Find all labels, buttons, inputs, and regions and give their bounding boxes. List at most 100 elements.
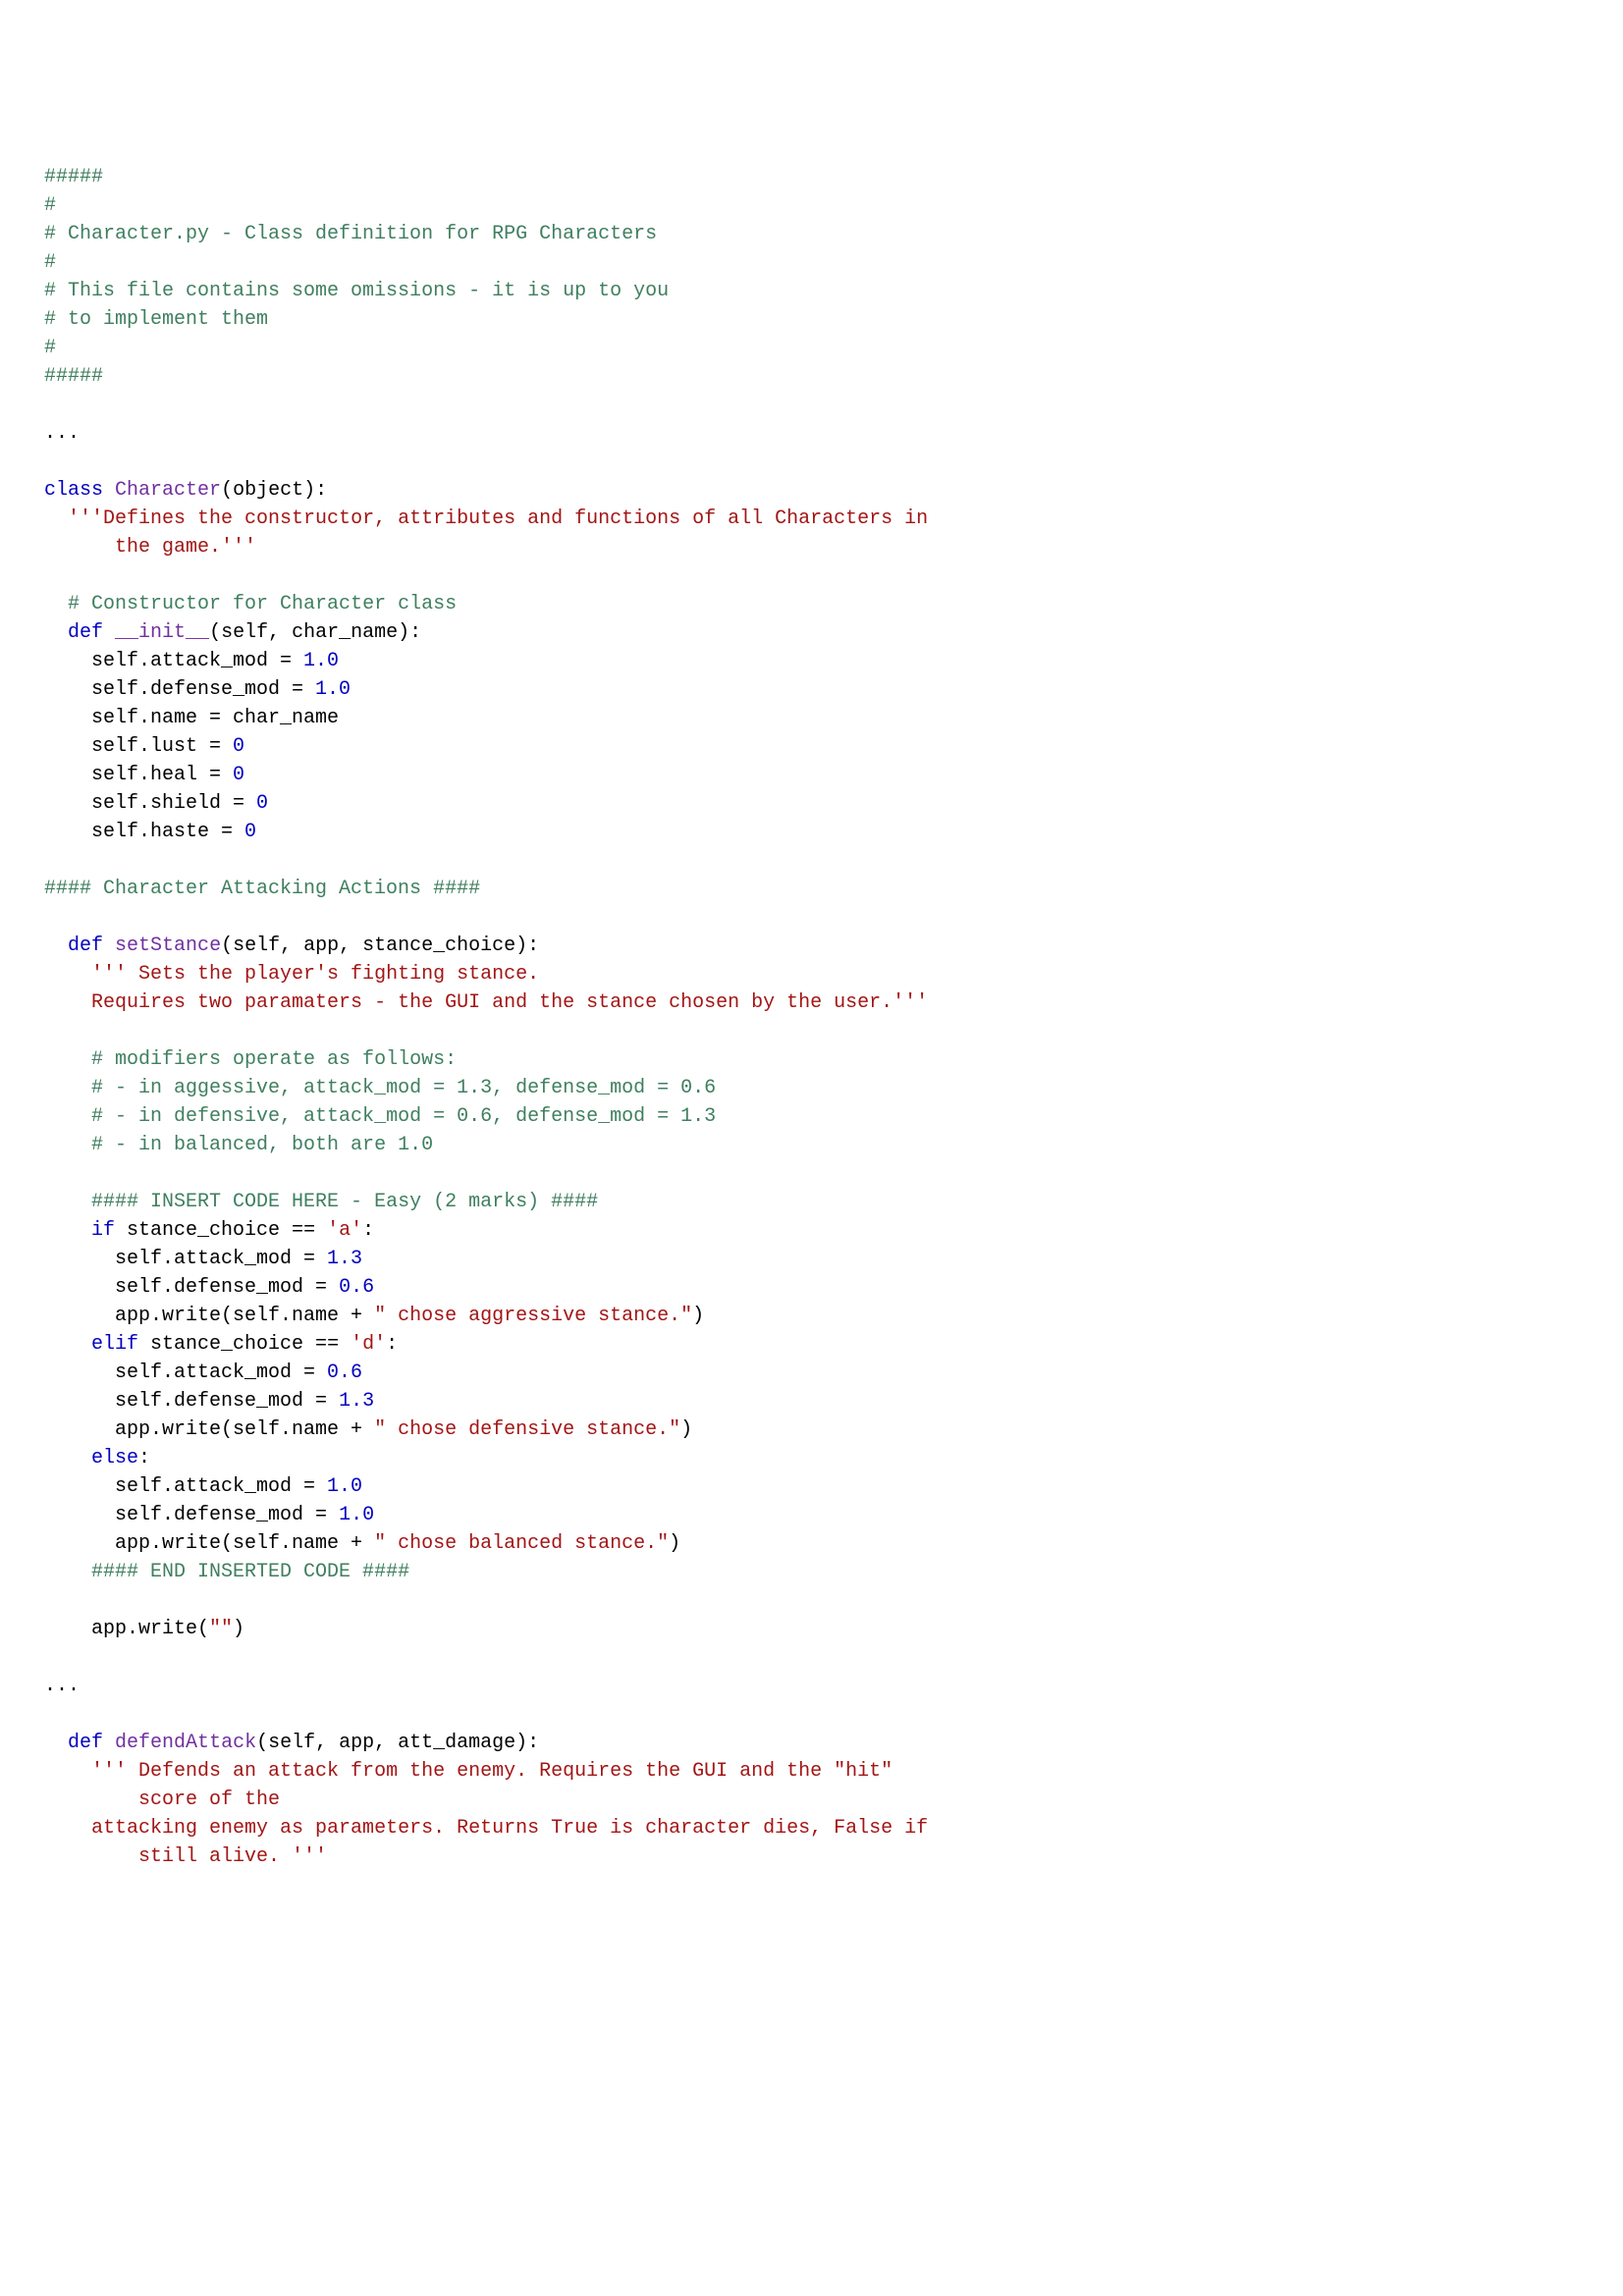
code-token: ) [692, 1305, 704, 1327]
code-token: app.write(self.name + [44, 1532, 374, 1555]
code-line: ''' Sets the player's fighting stance. [44, 960, 1579, 988]
code-token: 1.0 [315, 678, 351, 701]
code-token: ''' Sets the player's fighting stance. [91, 963, 539, 986]
code-line [44, 1017, 1579, 1045]
code-token: ##### [44, 166, 103, 188]
code-line: '''Defines the constructor, attributes a… [44, 505, 1579, 533]
code-token [103, 1732, 115, 1754]
code-token: self.haste = [44, 821, 244, 843]
code-token: elif [91, 1333, 138, 1356]
code-line: ##### [44, 362, 1579, 391]
code-token: " chose defensive stance." [374, 1418, 680, 1441]
code-token [103, 479, 115, 502]
code-line: # [44, 334, 1579, 362]
code-line [44, 1700, 1579, 1729]
code-token: 0.6 [327, 1362, 362, 1384]
code-line: else: [44, 1444, 1579, 1472]
code-token: def [68, 1732, 103, 1754]
code-line [44, 1159, 1579, 1188]
code-line [44, 561, 1579, 590]
code-line: # Constructor for Character class [44, 590, 1579, 618]
code-token: 1.3 [339, 1390, 374, 1413]
code-token: 1.3 [327, 1248, 362, 1270]
code-token: #### INSERT CODE HERE - Easy (2 marks) #… [91, 1191, 598, 1213]
code-token: ##### [44, 365, 103, 388]
code-token [44, 1760, 91, 1783]
code-token: # - in balanced, both are 1.0 [91, 1134, 433, 1156]
code-line: elif stance_choice == 'd': [44, 1330, 1579, 1359]
code-token: 0.6 [339, 1276, 374, 1299]
code-token: self.defense_mod = [44, 1504, 339, 1526]
code-line: Requires two paramaters - the GUI and th… [44, 988, 1579, 1017]
code-token: # [44, 337, 56, 359]
code-line: ... [44, 1672, 1579, 1700]
code-line: attacking enemy as parameters. Returns T… [44, 1814, 1579, 1842]
code-line: #### Character Attacking Actions #### [44, 875, 1579, 903]
code-token: score of the [138, 1789, 280, 1811]
code-line: self.haste = 0 [44, 818, 1579, 846]
code-token: self.heal = [44, 764, 233, 786]
code-token: # - in aggessive, attack_mod = 1.3, defe… [91, 1077, 716, 1099]
code-line [44, 903, 1579, 932]
code-token: self.defense_mod = [44, 678, 315, 701]
code-line: def __init__(self, char_name): [44, 618, 1579, 647]
code-line: self.attack_mod = 1.3 [44, 1245, 1579, 1273]
code-token [44, 991, 91, 1014]
code-line: # - in defensive, attack_mod = 0.6, defe… [44, 1102, 1579, 1131]
code-line: ''' Defends an attack from the enemy. Re… [44, 1757, 1579, 1786]
code-token: # - in defensive, attack_mod = 0.6, defe… [91, 1105, 716, 1128]
code-token [44, 1191, 91, 1213]
code-line: if stance_choice == 'a': [44, 1216, 1579, 1245]
code-token [103, 621, 115, 644]
code-token [44, 1105, 91, 1128]
code-line: self.defense_mod = 1.0 [44, 675, 1579, 704]
code-token [44, 593, 68, 615]
code-line: self.defense_mod = 1.3 [44, 1387, 1579, 1415]
code-token: # Constructor for Character class [68, 593, 457, 615]
code-token: 1.0 [339, 1504, 374, 1526]
code-line: score of the [44, 1786, 1579, 1814]
code-token: 'a' [327, 1219, 362, 1242]
code-line: #### INSERT CODE HERE - Easy (2 marks) #… [44, 1188, 1579, 1216]
code-token: the game.''' [115, 536, 256, 559]
code-token: self.lust = [44, 735, 233, 758]
code-token: attacking enemy as parameters. Returns T… [91, 1817, 928, 1840]
code-line [44, 1643, 1579, 1672]
code-line: # [44, 191, 1579, 220]
code-token: class [44, 479, 103, 502]
code-token: self.defense_mod = [44, 1276, 339, 1299]
code-line [44, 448, 1579, 476]
code-token [44, 963, 91, 986]
code-token [44, 1561, 91, 1583]
code-line: app.write(self.name + " chose balanced s… [44, 1529, 1579, 1558]
code-token: (self, char_name): [209, 621, 421, 644]
code-line: #### END INSERTED CODE #### [44, 1558, 1579, 1586]
code-line: self.attack_mod = 1.0 [44, 647, 1579, 675]
code-token: # [44, 194, 56, 217]
code-token [44, 621, 68, 644]
code-token: : [138, 1447, 150, 1469]
code-line: # This file contains some omissions - it… [44, 277, 1579, 305]
code-token [44, 1333, 91, 1356]
code-token: # modifiers operate as follows: [91, 1048, 457, 1071]
code-line: app.write("") [44, 1615, 1579, 1643]
code-token: (self, app, att_damage): [256, 1732, 539, 1754]
code-token [44, 1817, 91, 1840]
code-token: 0 [244, 821, 256, 843]
code-token: ... [44, 1675, 80, 1697]
code-token: ) [680, 1418, 692, 1441]
code-token [44, 1048, 91, 1071]
code-token: 0 [233, 735, 244, 758]
code-line: self.lust = 0 [44, 732, 1579, 761]
code-token: setStance [115, 934, 221, 957]
code-token: 0 [256, 792, 268, 815]
code-token: 1.0 [327, 1475, 362, 1498]
code-token: def [68, 621, 103, 644]
code-token: stance_choice == [115, 1219, 327, 1242]
code-token: __init__ [115, 621, 209, 644]
code-token: app.write(self.name + [44, 1305, 374, 1327]
code-token: ... [44, 422, 80, 445]
code-token: #### END INSERTED CODE #### [91, 1561, 409, 1583]
code-token [44, 1732, 68, 1754]
code-token: self.shield = [44, 792, 256, 815]
